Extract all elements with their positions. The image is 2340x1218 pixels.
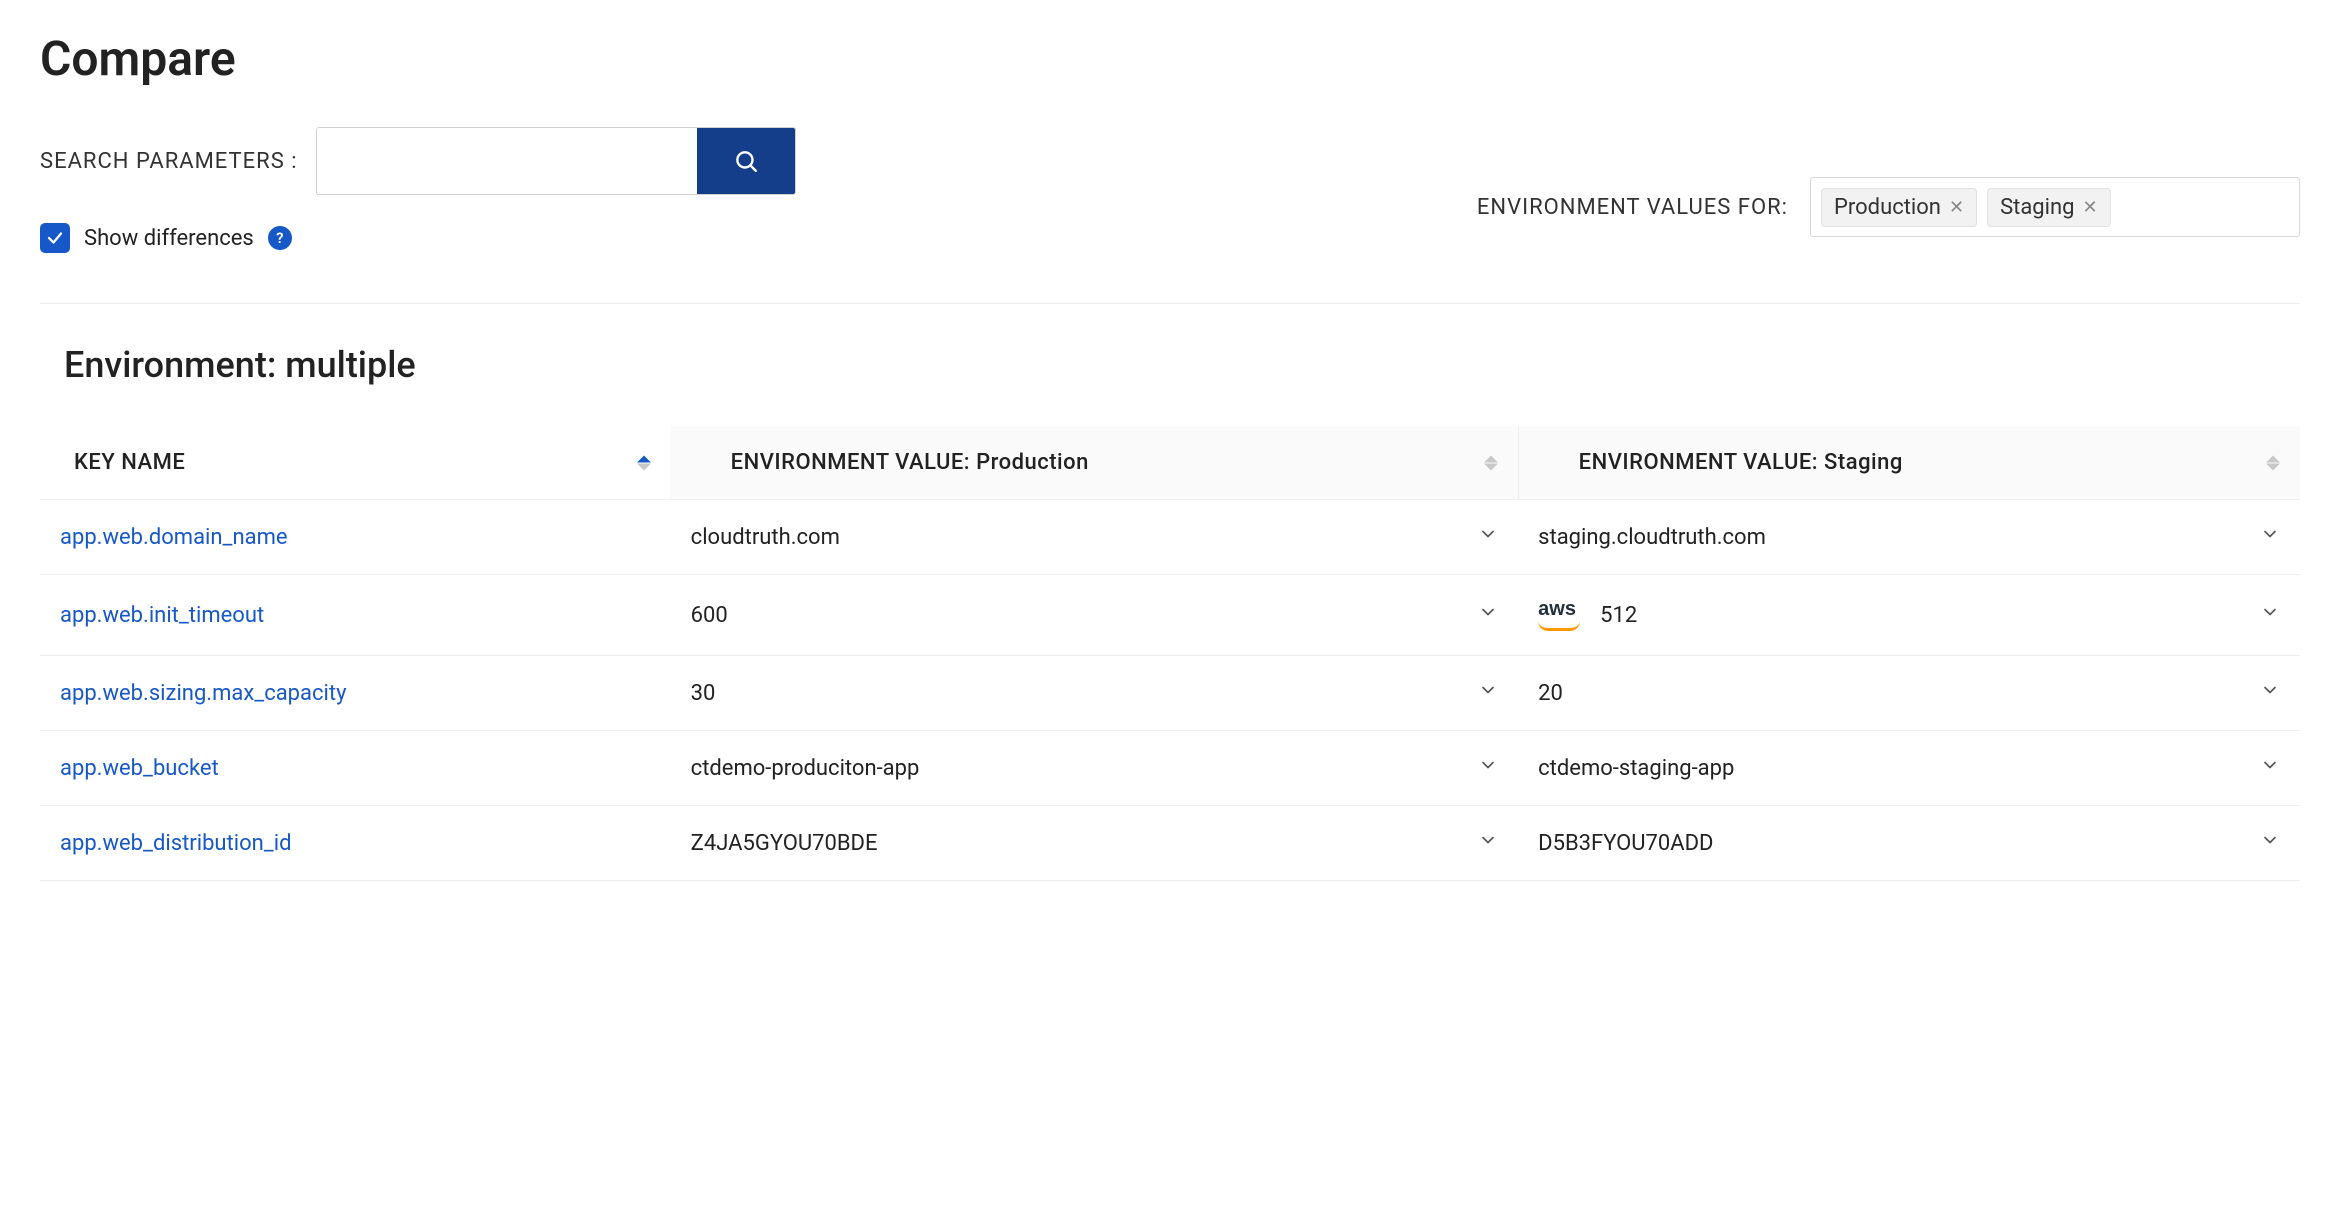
value-cell: cloudtruth.com [671, 500, 1518, 575]
search-button[interactable] [697, 128, 795, 194]
env-tag-staging: Staging ✕ [1987, 188, 2111, 227]
value-text: ctdemo-produciton-app [691, 756, 920, 781]
parameter-link[interactable]: app.web_bucket [60, 756, 219, 781]
chevron-down-icon[interactable] [1478, 755, 1498, 781]
env-tag-label: Production [1834, 195, 1941, 220]
key-cell: app.web.sizing.max_capacity [40, 656, 671, 731]
help-icon[interactable]: ? [268, 226, 292, 250]
chevron-down-icon[interactable] [1478, 680, 1498, 706]
left-controls: SEARCH PARAMETERS : Show differences ? [40, 127, 1437, 253]
chevron-down-icon[interactable] [2260, 755, 2280, 781]
table-row: app.web_distribution_id Z4JA5GYOU70BDE D5B… [40, 806, 2300, 881]
close-icon[interactable]: ✕ [1949, 197, 1964, 218]
key-cell: app.web.init_timeout [40, 575, 671, 656]
value-cell: Z4JA5GYOU70BDE [671, 806, 1518, 881]
value-cell: ctdemo-produciton-app [671, 731, 1518, 806]
compare-table: KEY NAME ENVIRONMENT VALUE: Production E… [40, 426, 2300, 881]
chevron-down-icon[interactable] [1478, 602, 1498, 628]
parameter-link[interactable]: app.web.init_timeout [60, 603, 264, 628]
sort-icon[interactable] [637, 455, 651, 470]
column-header-env-0-label: ENVIRONMENT VALUE: Production [731, 450, 1089, 475]
parameter-link[interactable]: app.web.sizing.max_capacity [60, 681, 346, 706]
value-text: 600 [691, 603, 728, 628]
env-tag-input[interactable]: Production ✕ Staging ✕ [1810, 177, 2300, 237]
value-text: D5B3FYOU70ADD [1538, 831, 1713, 856]
close-icon[interactable]: ✕ [2083, 197, 2098, 218]
chevron-down-icon[interactable] [2260, 602, 2280, 628]
show-diff-label: Show differences [84, 226, 254, 251]
column-header-env-0[interactable]: ENVIRONMENT VALUE: Production [671, 426, 1518, 500]
key-cell: app.web.domain_name [40, 500, 671, 575]
column-header-key-label: KEY NAME [74, 450, 185, 475]
column-header-env-1[interactable]: ENVIRONMENT VALUE: Staging [1518, 426, 2300, 500]
show-diff-row: Show differences ? [40, 223, 1437, 253]
search-box [316, 127, 796, 195]
search-input[interactable] [317, 128, 697, 194]
value-cell: ctdemo-staging-app [1518, 731, 2300, 806]
divider [40, 303, 2300, 304]
env-tag-production: Production ✕ [1821, 188, 1977, 227]
sort-icon[interactable] [2266, 455, 2280, 470]
value-text: 30 [691, 681, 716, 706]
env-values-label: ENVIRONMENT VALUES FOR: [1477, 195, 1788, 220]
search-icon [733, 148, 759, 174]
search-row: SEARCH PARAMETERS : [40, 127, 1437, 195]
value-text: Z4JA5GYOU70BDE [691, 831, 878, 856]
value-cell: D5B3FYOU70ADD [1518, 806, 2300, 881]
key-cell: app.web_bucket [40, 731, 671, 806]
aws-icon: aws [1538, 599, 1580, 631]
key-cell: app.web_distribution_id [40, 806, 671, 881]
chevron-down-icon[interactable] [1478, 524, 1498, 550]
table-row: app.web_bucket ctdemo-produciton-app ctdem… [40, 731, 2300, 806]
chevron-down-icon[interactable] [2260, 524, 2280, 550]
check-icon [46, 229, 64, 247]
right-controls: ENVIRONMENT VALUES FOR: Production✕Stagi… [1477, 127, 2300, 237]
sort-icon[interactable] [1484, 455, 1498, 470]
chevron-down-icon[interactable] [2260, 680, 2280, 706]
value-text: staging.cloudtruth.com [1538, 525, 1766, 550]
section-title: Environment: multiple [64, 344, 2300, 386]
page-title: Compare [40, 30, 2300, 87]
search-label: SEARCH PARAMETERS : [40, 149, 298, 174]
table-row: app.web.init_timeout 600 aws 512 [40, 575, 2300, 656]
value-text: cloudtruth.com [691, 525, 840, 550]
value-text: ctdemo-staging-app [1538, 756, 1734, 781]
parameter-link[interactable]: app.web.domain_name [60, 525, 288, 550]
value-cell: staging.cloudtruth.com [1518, 500, 2300, 575]
show-diff-checkbox[interactable] [40, 223, 70, 253]
value-cell: aws 512 [1518, 575, 2300, 656]
chevron-down-icon[interactable] [2260, 830, 2280, 856]
value-text: 512 [1600, 603, 1637, 628]
value-text: 20 [1538, 681, 1563, 706]
controls-row: SEARCH PARAMETERS : Show differences ? [40, 127, 2300, 253]
column-header-key[interactable]: KEY NAME [40, 426, 671, 500]
env-tag-label: Staging [2000, 195, 2074, 220]
table-row: app.web.sizing.max_capacity 30 20 [40, 656, 2300, 731]
chevron-down-icon[interactable] [1478, 830, 1498, 856]
column-header-env-1-label: ENVIRONMENT VALUE: Staging [1579, 450, 1903, 475]
table-row: app.web.domain_name cloudtruth.com staging… [40, 500, 2300, 575]
value-cell: 600 [671, 575, 1518, 656]
parameter-link[interactable]: app.web_distribution_id [60, 831, 291, 856]
value-cell: 30 [671, 656, 1518, 731]
value-cell: 20 [1518, 656, 2300, 731]
